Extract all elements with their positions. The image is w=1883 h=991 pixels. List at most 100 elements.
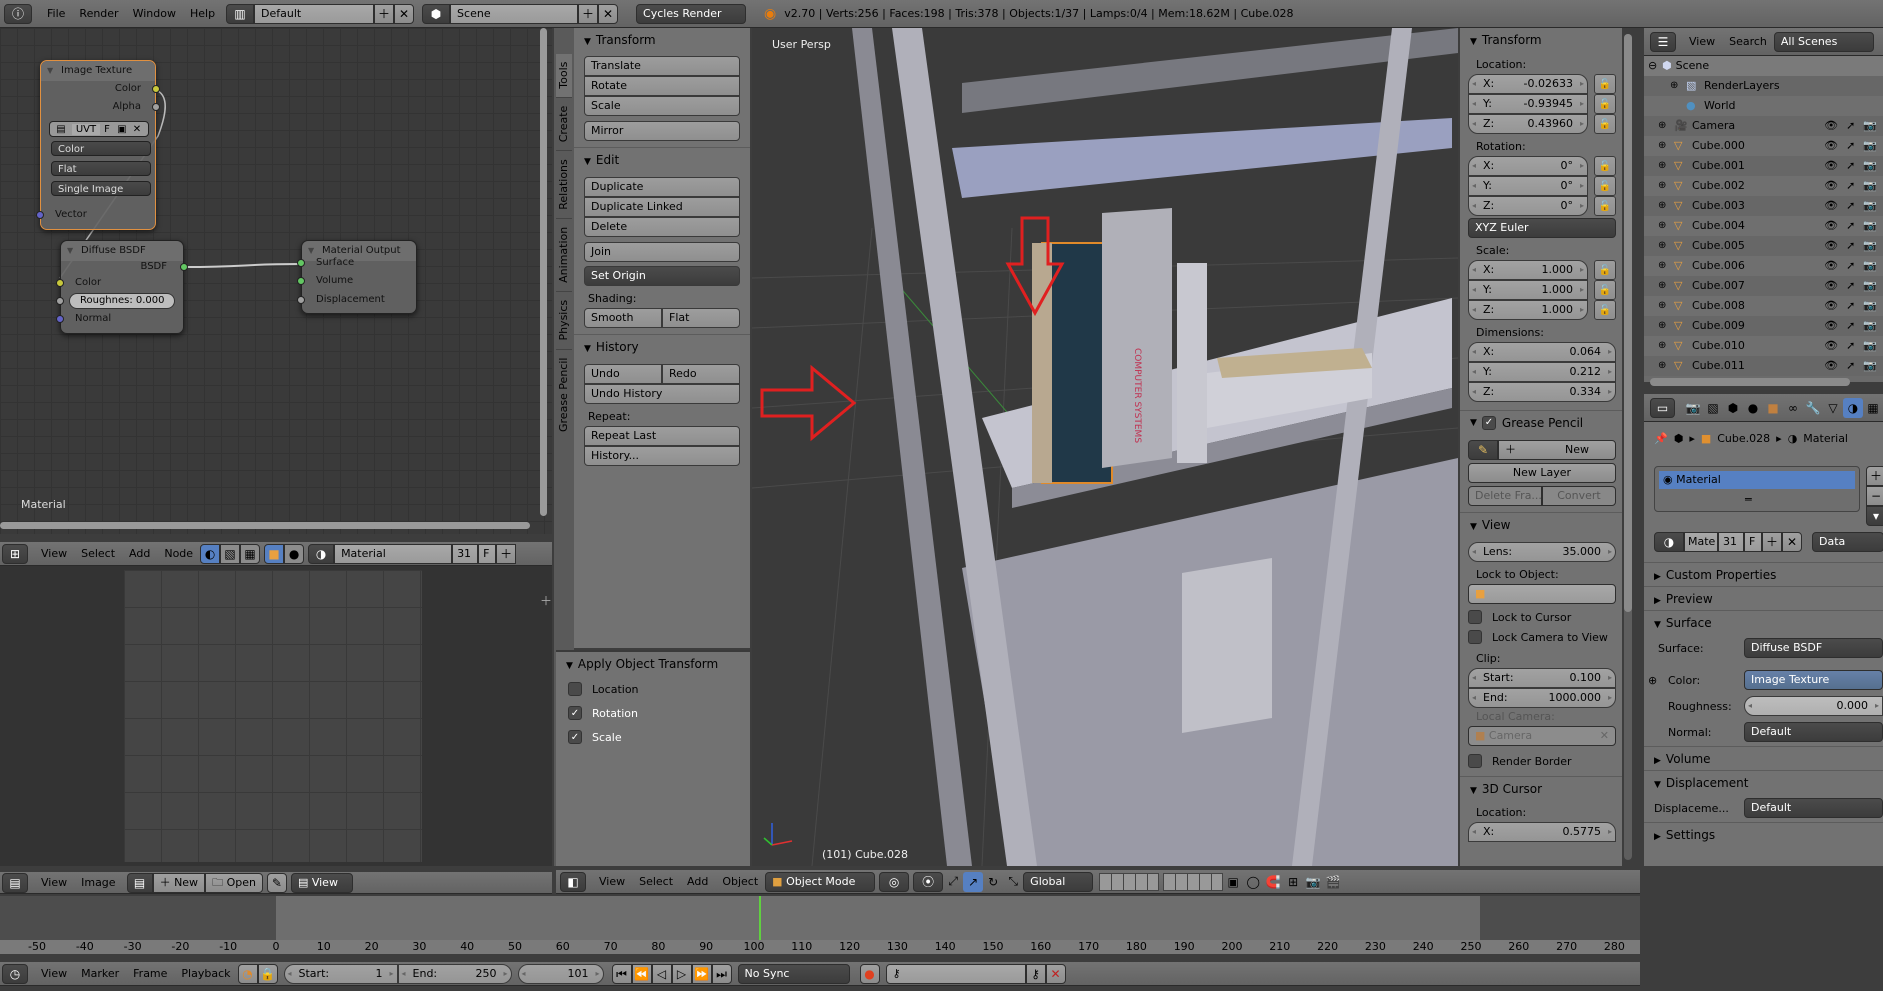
material-tab-icon[interactable]: ◑ [1843, 397, 1863, 418]
transform-panel-header[interactable]: ▼ Transform [574, 28, 750, 52]
displacement-header[interactable]: ▼ Displacement [1644, 770, 1883, 794]
selectable-arrow-icon[interactable]: ➚ [1846, 156, 1855, 176]
location-x-field[interactable]: X: -0.02633 [1468, 74, 1588, 94]
timeline[interactable]: -50 -40 -30 -20 -10 0 10 20 30 40 50 60 70 80 90 100 110… [0, 896, 1640, 954]
undo-button[interactable]: Undo [584, 364, 662, 384]
node-editor[interactable]: Image Texture Color Alpha ▤ UVT F ▣ ✕ Co… [0, 28, 552, 534]
displacement-select[interactable]: Default [1744, 798, 1883, 818]
start-frame-field[interactable]: Start: 1 [283, 963, 398, 984]
renderable-camera-icon[interactable]: 📷 [1863, 256, 1877, 276]
normal-input-select[interactable]: Default [1744, 722, 1883, 742]
menu-node[interactable]: Node [157, 547, 200, 560]
add-slot-button[interactable]: ＋ [1866, 466, 1883, 486]
current-frame-field[interactable]: 101 [517, 963, 604, 984]
add-layout-button[interactable]: ＋ [374, 3, 395, 24]
manipulator-toggle-icon[interactable]: ⤢ [943, 872, 963, 892]
menu-frame[interactable]: Frame [126, 967, 174, 980]
outliner-item[interactable]: ⊕ ▽ Cube.005 👁 ➚ 📷 [1644, 236, 1883, 256]
viewport-shading-icon[interactable]: ◎ [879, 871, 910, 892]
image-browse-icon[interactable]: ▤ [126, 872, 153, 893]
object-tab-icon[interactable]: ■ [1763, 398, 1783, 418]
diffuse-bsdf-node[interactable]: Diffuse BSDF BSDF Color Roughnes: 0.000 … [56, 240, 188, 334]
selectable-arrow-icon[interactable]: ➚ [1846, 176, 1855, 196]
render-tab-icon[interactable]: 📷 [1683, 398, 1703, 418]
outliner-item[interactable]: ⊕ ▽ Cube.001 👁 ➚ 📷 [1644, 156, 1883, 176]
rotation-z-field[interactable]: Z: 0° [1468, 196, 1588, 216]
clip-start-field[interactable]: Start: 0.100 [1468, 668, 1616, 688]
renderable-camera-icon[interactable]: 📷 [1863, 356, 1877, 376]
tab-relations[interactable]: Relations [556, 150, 572, 218]
outliner-item[interactable]: ⊕ ▽ Cube.003 👁 ➚ 📷 [1644, 196, 1883, 216]
view-mode-select[interactable]: ▤ View [290, 872, 353, 893]
outliner-item[interactable]: ● World [1644, 96, 1883, 116]
selectable-arrow-icon[interactable]: ➚ [1846, 316, 1855, 336]
menu-view[interactable]: View [34, 876, 74, 889]
expand-icon[interactable]: ⊕ [1658, 216, 1670, 236]
slot-menu-button[interactable]: ▾ [1866, 506, 1883, 526]
alpha-output-socket[interactable] [152, 103, 160, 111]
menu-add[interactable]: Add [122, 547, 157, 560]
layers-grid[interactable] [1099, 872, 1160, 891]
surface-socket[interactable] [297, 259, 305, 267]
visibility-eye-icon[interactable]: 👁 [1824, 156, 1838, 176]
jump-keyframe-forward-icon[interactable]: ⏩ [691, 963, 712, 984]
delete-keyframe-icon[interactable]: ✕ [1045, 963, 1066, 984]
layers-grid-2[interactable] [1163, 872, 1224, 891]
location-z-field[interactable]: Z: 0.43960 [1468, 114, 1588, 134]
visibility-eye-icon[interactable]: 👁 [1824, 196, 1838, 216]
node-editor-scrollbar[interactable] [0, 522, 530, 529]
fake-user-toggle[interactable]: F [1744, 532, 1762, 552]
texture-nodes-icon[interactable]: ▦ [240, 543, 261, 564]
surface-shader-select[interactable]: Diffuse BSDF [1744, 638, 1883, 658]
toolbar-toggle-icon[interactable]: ＋ [540, 592, 552, 609]
expand-icon[interactable]: ⊕ [1658, 256, 1670, 276]
menu-add[interactable]: Add [680, 875, 715, 888]
lock-icon[interactable]: 🔓 [1594, 156, 1616, 176]
playhead[interactable] [758, 896, 761, 940]
menu-search[interactable]: Search [1722, 35, 1774, 48]
color-input-socket[interactable] [56, 279, 64, 287]
selectable-arrow-icon[interactable]: ➚ [1846, 236, 1855, 256]
menu-select[interactable]: Select [632, 875, 680, 888]
modifiers-tab-icon[interactable]: 🔧 [1803, 398, 1823, 418]
visibility-eye-icon[interactable]: 👁 [1824, 236, 1838, 256]
new-layer-button[interactable]: New Layer [1468, 463, 1616, 483]
material-slot[interactable]: ◉ Material [1659, 471, 1855, 489]
source-select[interactable]: Single Image [51, 181, 151, 196]
editor-type-icon[interactable]: ⊞ [2, 543, 28, 564]
outliner-item[interactable]: ⊕ ▽ Cube.002 👁 ➚ 📷 [1644, 176, 1883, 196]
menu-view[interactable]: View [592, 875, 632, 888]
remove-slot-button[interactable]: − [1866, 486, 1883, 506]
scale-manipulator-icon[interactable]: ⤡ [1003, 872, 1023, 892]
3d-cursor-panel-header[interactable]: ▼ 3D Cursor [1460, 776, 1622, 800]
material-name-field[interactable]: Mate [1684, 532, 1718, 552]
menu-view[interactable]: View [1682, 35, 1722, 48]
record-icon[interactable]: ● [859, 963, 880, 984]
history-panel-header[interactable]: ▼ History [574, 334, 750, 358]
menu-view[interactable]: View [34, 547, 74, 560]
lock-icon[interactable]: 🔓 [1594, 280, 1616, 300]
visibility-eye-icon[interactable]: 👁 [1824, 316, 1838, 336]
dimensions-x-field[interactable]: X: 0.064 [1468, 342, 1616, 362]
visibility-eye-icon[interactable]: 👁 [1824, 216, 1838, 236]
visibility-eye-icon[interactable]: 👁 [1824, 116, 1838, 136]
normal-input-socket[interactable] [56, 315, 64, 323]
rotation-checkbox[interactable]: ✓ [568, 706, 582, 720]
image-name-button[interactable]: UVT [72, 123, 100, 135]
color-output-socket[interactable] [152, 85, 160, 93]
menu-file[interactable]: File [40, 7, 72, 20]
mirror-button[interactable]: Mirror [584, 121, 740, 141]
translate-button[interactable]: Translate [584, 56, 740, 76]
layout-icon[interactable]: ▥ [226, 3, 255, 24]
preview-header[interactable]: ▶ Preview [1644, 586, 1883, 610]
renderable-camera-icon[interactable]: 📷 [1863, 116, 1877, 136]
info-editor-icon[interactable]: ⓘ [4, 3, 32, 24]
translate-manipulator-icon[interactable]: ↗ [963, 871, 984, 892]
lock-icon[interactable]: 🔓 [1594, 196, 1616, 216]
undo-history-button[interactable]: Undo History [584, 384, 740, 404]
lock-icon[interactable]: 🔓 [1594, 114, 1616, 134]
link-select[interactable]: Data [1812, 532, 1883, 552]
menu-window[interactable]: Window [126, 7, 183, 20]
world-tab-icon[interactable]: ● [1743, 398, 1763, 418]
expand-icon[interactable]: ⊕ [1658, 296, 1670, 316]
